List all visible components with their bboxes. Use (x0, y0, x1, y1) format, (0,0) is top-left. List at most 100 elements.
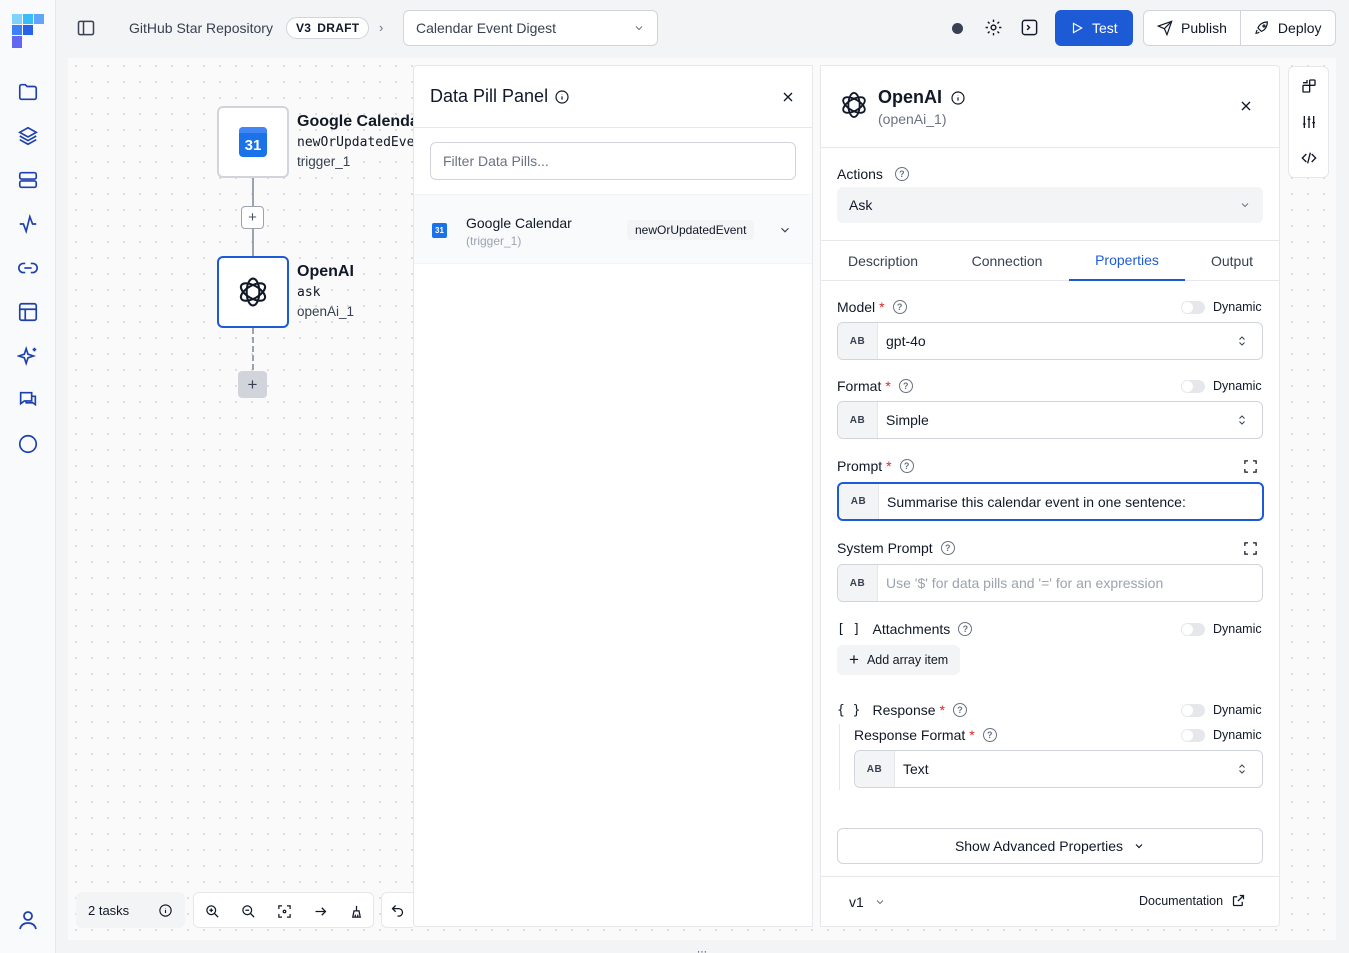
workflow-select[interactable]: Calendar Event Digest (403, 10, 658, 46)
components-icon[interactable] (1291, 68, 1327, 104)
dynamic-label: Dynamic (1213, 300, 1262, 314)
publish-deploy-group: Publish Deploy (1143, 10, 1336, 46)
node-google-calendar[interactable]: 31 (217, 106, 289, 178)
activity-icon[interactable] (16, 212, 40, 236)
zoom-in-icon[interactable] (194, 893, 230, 929)
circle-icon[interactable] (16, 432, 40, 456)
user-icon[interactable] (16, 908, 40, 932)
tidy-up-icon[interactable] (338, 893, 374, 929)
table-icon[interactable] (16, 300, 40, 324)
system-prompt-label: System Prompt ? (837, 540, 955, 556)
deploy-button[interactable]: Deploy (1241, 11, 1335, 45)
response-format-dynamic-toggle[interactable]: Dynamic (1181, 728, 1262, 742)
code-icon[interactable] (1291, 140, 1327, 176)
fit-view-icon[interactable] (266, 893, 302, 929)
publish-button[interactable]: Publish (1144, 11, 1241, 45)
node-title: OpenAI (297, 263, 354, 280)
connector-line (252, 229, 254, 256)
add-array-item-button[interactable]: + Add array item (837, 645, 961, 675)
toggle-switch[interactable] (1181, 703, 1205, 717)
resize-handle-icon[interactable]: ⋯ (697, 947, 708, 953)
model-select[interactable]: AB gpt-4o (837, 322, 1263, 360)
toggle-switch[interactable] (1181, 379, 1205, 393)
add-step-between-button[interactable]: + (241, 206, 264, 229)
help-icon[interactable]: ? (982, 728, 997, 742)
format-select[interactable]: AB Simple (837, 401, 1263, 439)
tasks-indicator[interactable]: 2 tasks (76, 892, 185, 928)
toggle-switch[interactable] (1181, 300, 1205, 314)
help-icon[interactable]: ? (898, 379, 913, 393)
sliders-icon[interactable] (1291, 104, 1327, 140)
help-icon[interactable]: ? (952, 703, 967, 717)
node-openai[interactable] (217, 256, 289, 328)
arrow-right-icon[interactable] (302, 893, 338, 929)
expand-icon[interactable] (1243, 541, 1258, 556)
help-icon[interactable]: ? (958, 622, 973, 636)
required-marker: * (939, 702, 945, 718)
props-title-row: OpenAI (878, 87, 966, 108)
type-badge: AB (838, 565, 878, 601)
prompt-input[interactable]: AB Summarise this calendar event in one … (837, 482, 1264, 521)
help-icon[interactable]: ? (899, 459, 914, 473)
help-icon[interactable]: ? (892, 300, 907, 314)
layers-icon[interactable] (16, 124, 40, 148)
info-icon[interactable] (950, 90, 966, 106)
close-icon[interactable] (780, 89, 796, 105)
system-prompt-input[interactable]: AB Use '$' for data pills and '=' for an… (837, 564, 1263, 602)
server-icon[interactable] (16, 168, 40, 192)
response-format-label: Response Format * ? (854, 727, 997, 743)
tab-connection[interactable]: Connection (945, 241, 1069, 281)
sidebar-toggle-icon[interactable] (76, 18, 96, 38)
attachments-dynamic-toggle[interactable]: Dynamic (1181, 622, 1262, 636)
close-icon[interactable] (1238, 98, 1254, 114)
publish-label: Publish (1181, 20, 1227, 36)
tab-description[interactable]: Description (821, 241, 945, 281)
add-step-button[interactable]: + (238, 371, 267, 398)
pill-panel-title: Data Pill Panel (430, 86, 549, 106)
node-operation: newOrUpdatedEvent (297, 135, 413, 150)
type-badge: AB (838, 323, 878, 359)
toggle-switch[interactable] (1181, 728, 1205, 742)
openai-icon (842, 92, 866, 118)
undo-icon[interactable] (381, 892, 413, 928)
sparkles-icon[interactable] (16, 344, 40, 368)
tab-output[interactable]: Output (1185, 241, 1279, 281)
external-link-icon (1232, 894, 1245, 907)
expand-icon[interactable] (1243, 459, 1258, 474)
help-icon[interactable]: ? (894, 167, 909, 181)
link-icon[interactable] (16, 256, 40, 280)
divider (821, 876, 1279, 877)
console-icon[interactable] (1020, 18, 1039, 37)
model-dynamic-toggle[interactable]: Dynamic (1181, 300, 1262, 314)
documentation-link[interactable]: Documentation (1139, 893, 1246, 908)
chat-icon[interactable] (16, 388, 40, 412)
calendar-day-number: 31 (435, 226, 444, 235)
actions-label: Actions ? (837, 166, 909, 182)
data-pill-panel: Data Pill Panel Filter Data Pills... 31 … (413, 65, 813, 927)
app-logo[interactable] (12, 14, 44, 48)
chevron-down-icon[interactable] (778, 223, 792, 237)
tab-properties[interactable]: Properties (1069, 241, 1185, 281)
format-dynamic-toggle[interactable]: Dynamic (1181, 379, 1262, 393)
settings-gear-icon[interactable] (984, 18, 1003, 37)
test-button[interactable]: Test (1055, 10, 1133, 46)
toggle-switch[interactable] (1181, 622, 1205, 636)
show-advanced-properties-button[interactable]: Show Advanced Properties (837, 828, 1263, 864)
info-icon (159, 903, 172, 917)
projects-icon[interactable] (16, 80, 40, 104)
help-icon[interactable]: ? (940, 541, 955, 555)
version-badge[interactable]: V3 DRAFT (286, 17, 370, 39)
breadcrumb-project[interactable]: GitHub Star Repository (129, 20, 273, 36)
array-icon: [ ] (837, 621, 861, 637)
filter-pills-input[interactable]: Filter Data Pills... (430, 142, 796, 180)
info-icon[interactable] (554, 89, 570, 105)
pill-group-google-calendar[interactable]: 31 Google Calendar (trigger_1) newOrUpda… (414, 194, 812, 264)
filter-placeholder: Filter Data Pills... (443, 153, 549, 169)
response-format-select[interactable]: AB Text (854, 750, 1263, 788)
zoom-out-icon[interactable] (230, 893, 266, 929)
actions-select[interactable]: Ask (837, 187, 1263, 223)
node-properties-panel: OpenAI (openAi_1) Actions ? Ask Descript… (820, 65, 1280, 927)
select-arrows-icon (1239, 764, 1245, 774)
version-select[interactable]: v1 (849, 894, 886, 910)
response-dynamic-toggle[interactable]: Dynamic (1181, 703, 1262, 717)
